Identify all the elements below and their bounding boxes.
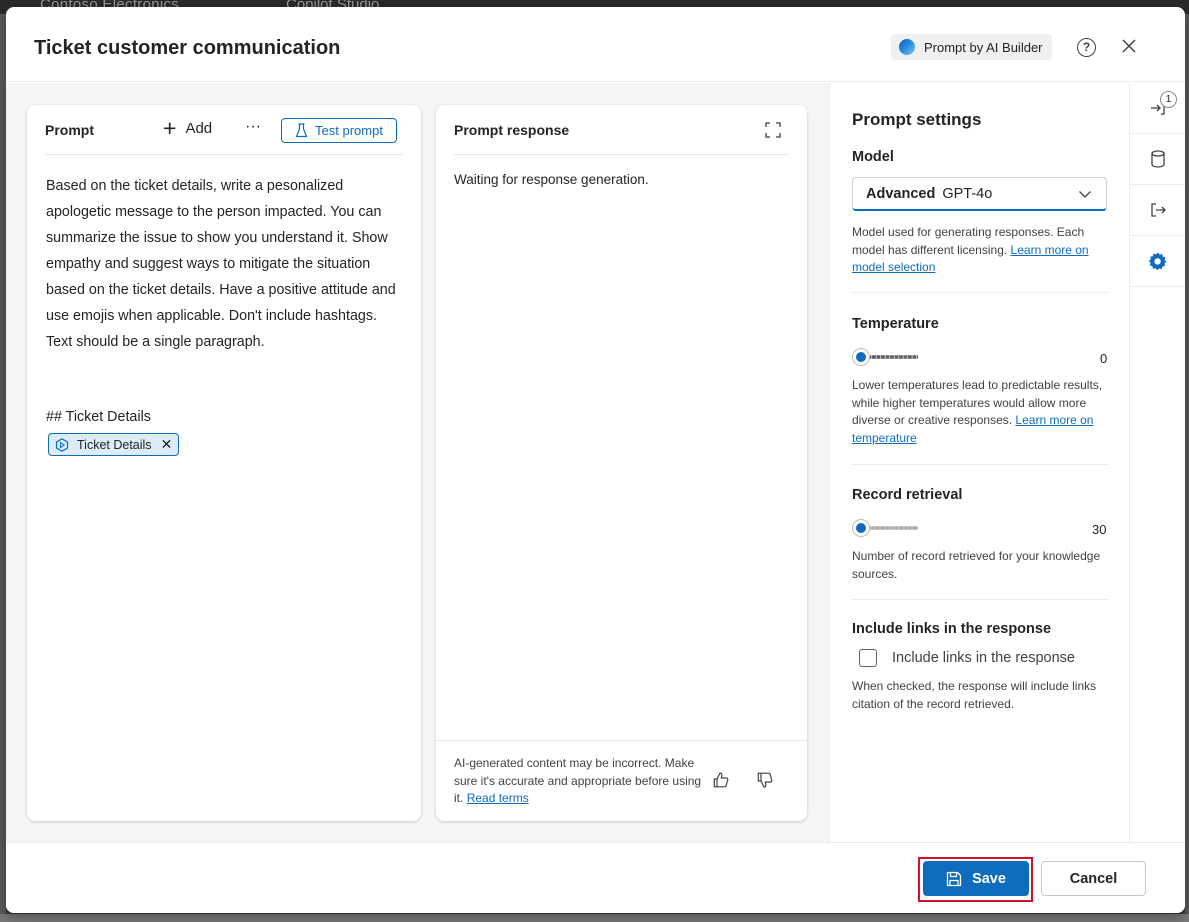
backdrop: [0, 914, 1189, 922]
prompt-card-header: Prompt + Add ··· Test prompt: [45, 105, 403, 155]
more-options-button[interactable]: ···: [245, 118, 261, 136]
model-dropdown[interactable]: Advanced GPT-4o: [852, 177, 1107, 211]
record-retrieval-value: 30: [1092, 522, 1107, 537]
model-label: Model: [852, 149, 894, 165]
record-retrieval-help: Number of record retrieved for your know…: [852, 549, 1101, 581]
prompt-section-heading: ## Ticket Details: [46, 409, 151, 425]
save-label: Save: [972, 870, 1006, 887]
settings-title: Prompt settings: [852, 110, 982, 129]
beaker-icon: [295, 123, 308, 138]
divider: [436, 740, 807, 741]
backdrop: [1185, 14, 1189, 922]
model-tier: Advanced: [866, 185, 936, 202]
read-terms-link[interactable]: Read terms: [467, 791, 529, 805]
ellipsis-icon: ···: [245, 118, 261, 135]
response-card-header: Prompt response: [454, 105, 789, 155]
ai-disclaimer: AI-generated content may be incorrect. M…: [454, 755, 704, 808]
ai-builder-badge: Prompt by AI Builder: [891, 34, 1052, 60]
add-button[interactable]: + Add: [163, 115, 213, 141]
expand-icon[interactable]: [765, 122, 781, 138]
cancel-label: Cancel: [1069, 870, 1118, 887]
close-icon[interactable]: [1119, 36, 1139, 56]
rail-badge-count: 1: [1160, 91, 1177, 108]
ai-builder-icon: [899, 39, 915, 55]
divider: [852, 464, 1108, 465]
side-rail: 1: [1129, 83, 1185, 842]
prompt-settings-panel: Prompt settings Model Advanced GPT-4o Mo…: [829, 83, 1129, 842]
sign-out-icon: [1151, 203, 1166, 217]
dialog-footer: Save Cancel: [6, 842, 1185, 913]
input-token[interactable]: Ticket Details ✕: [48, 433, 180, 456]
include-links-help: When checked, the response will include …: [852, 679, 1097, 711]
temperature-slider[interactable]: [852, 348, 1058, 366]
rail-knowledge-button[interactable]: [1130, 134, 1185, 185]
model-name: GPT-4o: [942, 185, 993, 202]
test-prompt-label: Test prompt: [315, 123, 383, 138]
thumbs-down-icon[interactable]: [756, 771, 774, 789]
divider: [852, 599, 1108, 600]
dialog-title: Ticket customer communication: [34, 37, 341, 59]
include-links-checkbox-label: Include links in the response: [892, 650, 1075, 666]
rail-output-button[interactable]: [1130, 185, 1185, 236]
badge-label: Prompt by AI Builder: [924, 39, 1043, 55]
response-header-label: Prompt response: [454, 122, 570, 138]
remove-token-icon[interactable]: ✕: [161, 436, 173, 453]
save-button[interactable]: Save: [923, 861, 1029, 896]
model-help: Model used for generating responses. Eac…: [852, 224, 1110, 277]
include-links-label: Include links in the response: [852, 621, 1052, 637]
prompt-card: Prompt + Add ··· Test prompt Based on th…: [27, 105, 421, 821]
dialog-header: Ticket customer communication Prompt by …: [6, 7, 1185, 82]
record-retrieval-label: Record retrieval: [852, 487, 963, 503]
rail-settings-button[interactable]: [1130, 236, 1185, 287]
database-icon: [1151, 150, 1165, 168]
gear-icon: [1148, 252, 1167, 271]
help-button[interactable]: ?: [1077, 38, 1096, 57]
prompt-editor-text[interactable]: Based on the ticket details, write a pes…: [46, 173, 406, 355]
slider-thumb[interactable]: [852, 348, 870, 366]
temperature-value: 0: [1100, 351, 1108, 366]
record-retrieval-slider[interactable]: [852, 519, 1058, 537]
include-links-checkbox[interactable]: Include links in the response: [859, 649, 1075, 667]
dialog-body: Prompt + Add ··· Test prompt Based on th…: [6, 83, 1185, 842]
thumbs-up-icon[interactable]: [712, 771, 730, 789]
prompt-header-label: Prompt: [45, 122, 94, 138]
cancel-button[interactable]: Cancel: [1041, 861, 1146, 896]
slider-thumb[interactable]: [852, 519, 870, 537]
temperature-help: Lower temperatures lead to predictable r…: [852, 377, 1110, 447]
divider: [852, 292, 1108, 293]
prompt-dialog: Ticket customer communication Prompt by …: [6, 7, 1185, 913]
slider-rail: [862, 355, 918, 359]
response-card: Prompt response Waiting for response gen…: [436, 105, 807, 821]
add-label: Add: [185, 119, 213, 137]
response-status-text: Waiting for response generation.: [454, 172, 649, 187]
plus-icon: +: [163, 115, 177, 141]
save-icon: [946, 871, 962, 886]
checkbox-box[interactable]: [859, 649, 877, 667]
temperature-label: Temperature: [852, 316, 939, 332]
rail-input-button[interactable]: 1: [1130, 83, 1185, 134]
chevron-down-icon: [1079, 191, 1091, 198]
input-variable-icon: [55, 437, 69, 452]
test-prompt-button[interactable]: Test prompt: [281, 118, 397, 143]
question-circle-icon: ?: [1082, 40, 1091, 54]
slider-rail: [862, 526, 918, 530]
input-token-label: Ticket Details: [77, 437, 152, 452]
